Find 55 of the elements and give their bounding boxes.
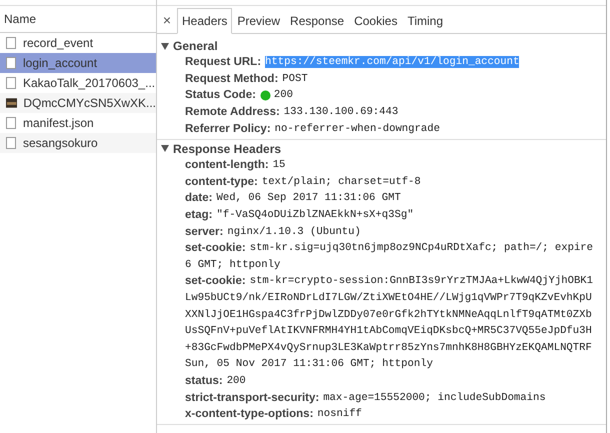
tab[interactable]: Timing <box>402 8 448 34</box>
document-icon <box>6 37 16 49</box>
header-value: Sun, 05 Nov 2017 11:31:06 GMT; httponly <box>185 358 433 370</box>
header-name: Request URL: <box>185 56 262 68</box>
request-item[interactable]: sesangsokuro <box>0 133 156 153</box>
header-name: date: <box>185 192 212 204</box>
header-value: "f-VaSQ4oDUiZblZNAEkkN+sX+q3Sg" <box>216 209 414 222</box>
expand-triangle-icon[interactable] <box>161 145 169 152</box>
header-value: nosniff <box>317 408 362 420</box>
header-name: status: <box>185 374 223 387</box>
header-value: https://steemkr.com/api/v1/login_account <box>265 56 520 68</box>
header-name: etag: <box>185 209 212 222</box>
document-icon <box>6 77 16 89</box>
header-value: 200 <box>274 89 293 102</box>
header-value: 200 <box>226 374 246 387</box>
request-item[interactable]: login_account <box>0 53 156 73</box>
section-header[interactable]: Response Headers <box>157 140 606 157</box>
header-name: strict-transport-security: <box>185 392 320 404</box>
header-value: text/plain; charset=utf-8 <box>262 176 421 188</box>
header-name: Referrer Policy: <box>185 122 271 135</box>
tab[interactable]: Preview <box>232 8 286 34</box>
header-name: Remote Address: <box>185 106 280 118</box>
header-name: x-content-type-options: <box>185 408 314 420</box>
close-button[interactable]: × <box>159 9 175 33</box>
image-thumbnail-icon <box>6 98 18 108</box>
request-item[interactable]: DQmcCMYcSN5XwXK... <box>0 93 156 113</box>
header-value: no-referrer-when-downgrade <box>274 122 440 135</box>
document-icon <box>6 137 16 149</box>
header-value: stm-kr=crypto-session:GnnBI3s9rYrzTMJAa+LkwW4QjYjhOBK1 <box>250 275 594 288</box>
tab[interactable]: Response <box>285 8 350 34</box>
header-value: nginx/1.10.3 (Ubuntu) <box>227 226 361 238</box>
header-name: Request Method: <box>185 72 278 85</box>
header-name: content-length: <box>185 159 269 172</box>
header-name: set-cookie: <box>185 242 246 254</box>
header-value: 15 <box>272 159 286 172</box>
header-name: set-cookie: <box>185 275 246 288</box>
header-value: 133.130.100.69:443 <box>284 106 398 118</box>
expand-triangle-icon[interactable] <box>161 42 169 50</box>
document-icon <box>6 57 16 69</box>
header-value: stm-kr.sig=ujq30tn6jmp8oz9NCp4uRDtXafc; path=/; expire <box>250 242 594 254</box>
header-value: UsSQFnV+puVeflAtIKVNFRMH4YH1tAbComqVEiqDKsbcQ+MR5C37VQ55eJpDfu3H <box>185 325 592 338</box>
header-value: +83GcFwdbPMePX4vQySrnup3LE3KaWptrr85zYns7mnhK8H8GBHYzEKQAMLNQTRF <box>185 342 592 354</box>
header-name: Status Code: <box>185 89 256 102</box>
header-name: server: <box>185 226 224 238</box>
header-name: content-type: <box>185 176 258 188</box>
header-value: max-age=15552000; includeSubDomains <box>323 392 546 404</box>
tab[interactable]: Headers <box>177 8 232 34</box>
header-value: POST <box>282 72 308 85</box>
header-value: Lw95bUCt9/nk/EIRoNDrLdI7LGW/ZtiXWEtO4HE//LWjg1qVWPr7T9qKZvEvhKpU <box>185 292 592 304</box>
document-icon <box>6 117 16 129</box>
tab[interactable]: Cookies <box>349 8 402 34</box>
header-value: XXNlJjOE1HGspa4C3frPjDwlZDDy07e0rGfk2hTYtkNMNeAqqLnlfT9qATMt0ZXb <box>185 308 592 321</box>
header-value: 6 GMT; httponly <box>185 258 280 271</box>
header-value: Wed, 06 Sep 2017 11:31:06 GMT <box>216 192 401 204</box>
section-header[interactable]: General <box>157 38 606 54</box>
